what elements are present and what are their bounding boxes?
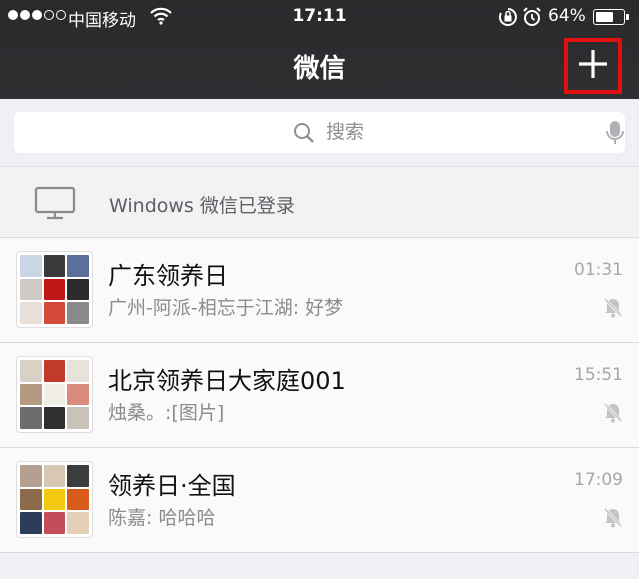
chat-name: 领养日·全国 bbox=[108, 472, 236, 500]
avatar-cell bbox=[67, 512, 89, 534]
avatar-cell bbox=[20, 488, 42, 511]
chat-preview: 陈嘉: 哈哈哈 bbox=[108, 507, 216, 529]
avatar-cell bbox=[43, 278, 66, 301]
search-area bbox=[0, 99, 639, 166]
avatar-cell bbox=[67, 278, 89, 301]
search-input[interactable] bbox=[326, 119, 526, 145]
chat-row[interactable]: 领养日·全国 陈嘉: 哈哈哈 17:09 bbox=[0, 448, 639, 553]
avatar-cell bbox=[20, 302, 42, 324]
avatar-cell bbox=[67, 383, 89, 406]
mute-bell-icon bbox=[603, 506, 623, 532]
avatar-cell bbox=[20, 512, 42, 534]
mute-bell-icon bbox=[603, 401, 623, 427]
avatar-cell bbox=[67, 488, 89, 511]
chat-time: 01:31 bbox=[574, 260, 623, 280]
avatar-cell bbox=[43, 407, 66, 429]
avatar-cell bbox=[67, 465, 89, 487]
group-avatar bbox=[16, 356, 93, 433]
battery-percent: 64% bbox=[548, 6, 586, 26]
windows-login-banner[interactable]: Windows 微信已登录 bbox=[0, 166, 639, 238]
avatar-cell bbox=[43, 383, 66, 406]
microphone-icon[interactable] bbox=[606, 120, 624, 150]
avatar-cell bbox=[67, 302, 89, 324]
group-avatar bbox=[16, 251, 93, 328]
search-bar[interactable] bbox=[14, 112, 625, 153]
avatar-cell bbox=[20, 407, 42, 429]
monitor-icon bbox=[34, 186, 76, 224]
avatar-cell bbox=[20, 383, 42, 406]
avatar-cell bbox=[20, 278, 42, 301]
chat-row[interactable]: 北京领养日大家庭001 烛桑。:[图片] 15:51 bbox=[0, 343, 639, 448]
chat-preview: 烛桑。:[图片] bbox=[108, 402, 225, 424]
chat-list: 广东领养日 广州-阿派-相忘于江湖: 好梦 01:31 北京领养日大家庭001 … bbox=[0, 238, 639, 553]
avatar-cell bbox=[20, 255, 42, 277]
avatar-cell bbox=[43, 255, 66, 277]
chat-preview: 广州-阿派-相忘于江湖: 好梦 bbox=[108, 297, 344, 319]
avatar-cell bbox=[67, 407, 89, 429]
login-status-text: Windows 微信已登录 bbox=[109, 195, 295, 217]
avatar-cell bbox=[43, 360, 66, 382]
avatar-cell bbox=[67, 255, 89, 277]
avatar-cell bbox=[43, 302, 66, 324]
avatar-cell bbox=[20, 465, 42, 487]
chat-row[interactable]: 广东领养日 广州-阿派-相忘于江湖: 好梦 01:31 bbox=[0, 238, 639, 343]
chat-name: 北京领养日大家庭001 bbox=[108, 367, 346, 395]
plus-icon bbox=[576, 47, 610, 85]
avatar-cell bbox=[43, 465, 66, 487]
status-time: 17:11 bbox=[292, 6, 347, 26]
avatar-cell bbox=[43, 512, 66, 534]
add-button[interactable] bbox=[564, 38, 622, 94]
mute-bell-icon bbox=[603, 296, 623, 322]
status-bar: 中国移动 17:11 64% bbox=[0, 0, 639, 34]
chat-time: 17:09 bbox=[574, 470, 623, 490]
chat-name: 广东领养日 bbox=[108, 262, 228, 290]
avatar-cell bbox=[67, 360, 89, 382]
group-avatar bbox=[16, 461, 93, 538]
page-title: 微信 bbox=[293, 54, 346, 84]
chat-time: 15:51 bbox=[574, 365, 623, 385]
alarm-icon bbox=[522, 6, 542, 33]
battery-icon bbox=[593, 9, 629, 25]
search-icon bbox=[293, 122, 315, 148]
header: 中国移动 17:11 64% 微信 bbox=[0, 0, 639, 99]
avatar-cell bbox=[20, 360, 42, 382]
orientation-lock-icon bbox=[498, 7, 518, 32]
avatar-cell bbox=[43, 488, 66, 511]
